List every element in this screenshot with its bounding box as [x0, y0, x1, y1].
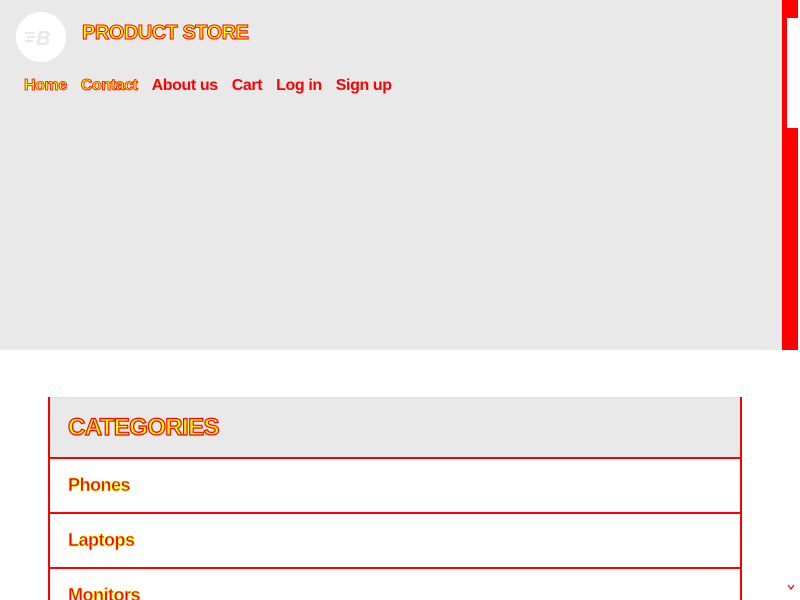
category-item-phones[interactable]: Phones	[50, 459, 740, 514]
brand-name-link[interactable]: PRODUCT STORE	[81, 22, 249, 45]
category-label: Laptops	[68, 530, 136, 551]
nav-cart-link[interactable]: Cart	[232, 76, 263, 96]
nav-log-in-link[interactable]: Log in	[276, 76, 322, 96]
category-item-laptops[interactable]: Laptops	[50, 514, 740, 569]
navbar-header: B PRODUCT STORE Home Contact About us Ca…	[0, 0, 782, 350]
arrow-down-icon[interactable]	[784, 582, 798, 596]
brand-logo-icon[interactable]: B	[16, 12, 66, 62]
scrollbar-thumb[interactable]	[787, 18, 798, 128]
scrollbar-track-filled	[782, 0, 798, 350]
logo-letter: B	[36, 28, 50, 50]
nav-home-link[interactable]: Home	[24, 76, 68, 96]
category-item-monitors[interactable]: Monitors	[50, 569, 740, 600]
page: B PRODUCT STORE Home Contact About us Ca…	[0, 0, 800, 600]
arrow-up-icon[interactable]	[784, 2, 798, 16]
category-label: Phones	[68, 475, 131, 496]
nav-sign-up-link[interactable]: Sign up	[336, 76, 392, 96]
page-scrollbar[interactable]	[782, 0, 800, 600]
categories-title: CATEGORIES	[67, 413, 220, 441]
main-nav: Home Contact About us Cart Log in Sign u…	[24, 76, 406, 96]
categories-list: CATEGORIES Phones Laptops Monitors	[48, 397, 742, 600]
categories-header: CATEGORIES	[50, 397, 740, 459]
nav-contact-link[interactable]: Contact	[80, 76, 138, 96]
category-label: Monitors	[68, 585, 141, 600]
bootstrap-logo-icon: B	[25, 28, 50, 50]
nav-about-us-link[interactable]: About us	[152, 76, 219, 96]
